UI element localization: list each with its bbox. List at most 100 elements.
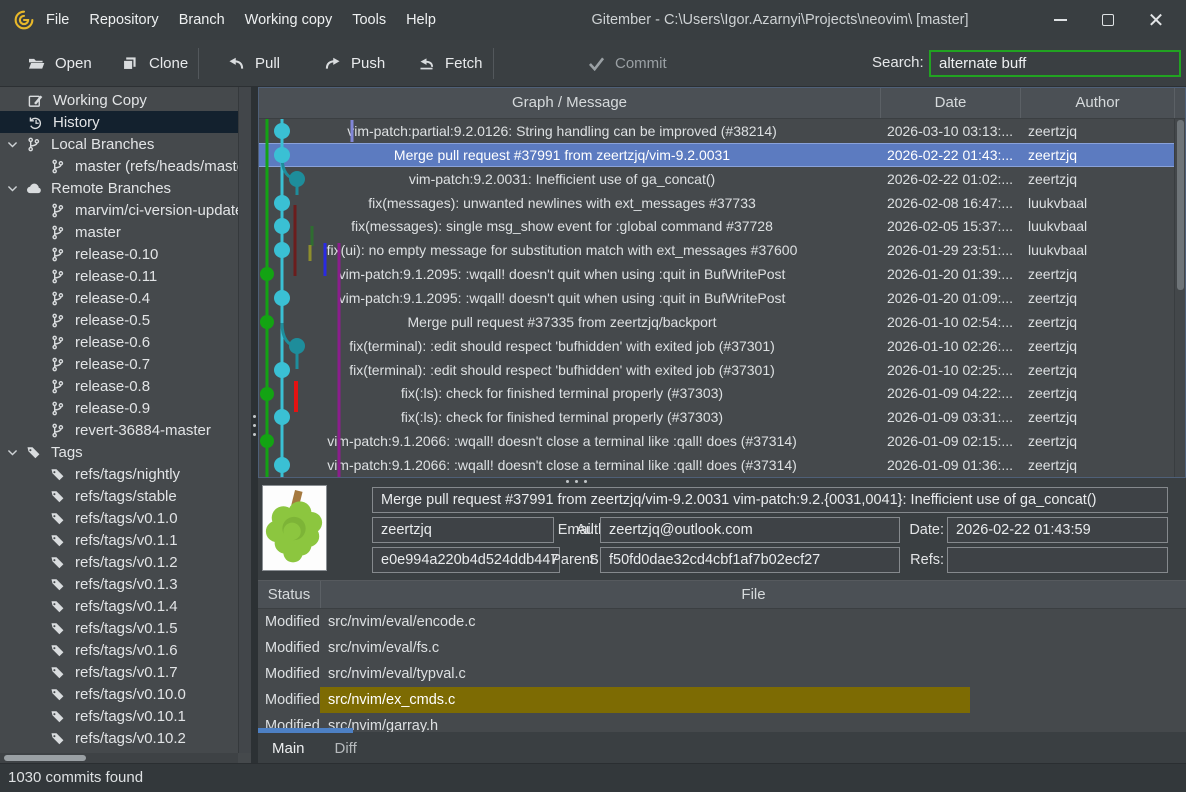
sidebar-item-refs-tags-nightly[interactable]: refs/tags/nightly [0, 463, 238, 485]
sidebar-item-refs-tags-v0-1-1[interactable]: refs/tags/v0.1.1 [0, 529, 238, 551]
commit-row[interactable]: fix(messages): unwanted newlines with ex… [259, 191, 1185, 215]
commit-row[interactable]: Merge pull request #37335 from zeertzjq/… [259, 310, 1185, 334]
sidebar-item-release-0-8[interactable]: release-0.8 [0, 375, 238, 397]
maximize-button[interactable] [1084, 0, 1132, 40]
sidebar-horizontal-scrollbar[interactable] [0, 753, 238, 763]
refs-field[interactable] [947, 547, 1168, 573]
commit-row[interactable]: vim-patch:9.1.2066: :wqall! doesn't clos… [259, 453, 1185, 477]
push-button[interactable]: Push [324, 40, 385, 86]
file-row[interactable]: Modifiedsrc/nvim/eval/fs.c [258, 635, 1186, 661]
sidebar-item-marvim-ci-version-update[interactable]: marvim/ci-version-update [0, 199, 238, 221]
sidebar-item-refs-tags-v0-10-0[interactable]: refs/tags/v0.10.0 [0, 683, 238, 705]
commit-row[interactable]: fix(messages): single msg_show event for… [259, 214, 1185, 238]
message-field[interactable]: Merge pull request #37991 from zeertzjq/… [372, 487, 1168, 513]
commit-row[interactable]: vim-patch:9.1.2095: :wqall! doesn't quit… [259, 286, 1185, 310]
column-header-file[interactable]: File [320, 581, 1186, 608]
column-header-status[interactable]: Status [258, 581, 320, 608]
tag-icon [50, 665, 69, 680]
sidebar-item-label: refs/tags/v0.10.0 [75, 686, 186, 703]
minimize-button[interactable] [1036, 0, 1084, 40]
sidebar-item-release-0-11[interactable]: release-0.11 [0, 265, 238, 287]
sidebar-item-tags[interactable]: Tags [0, 441, 238, 463]
chevron-down-icon[interactable] [6, 446, 21, 459]
sidebar-item-refs-tags-v0-1-3[interactable]: refs/tags/v0.1.3 [0, 573, 238, 595]
tab-diff[interactable]: Diff [335, 740, 357, 757]
file-row[interactable]: Modifiedsrc/nvim/ex_cmds.c [258, 687, 1186, 713]
sidebar-item-refs-tags-v0-1-0[interactable]: refs/tags/v0.1.0 [0, 507, 238, 529]
branch-icon [50, 291, 69, 306]
commit-row[interactable]: vim-patch:9.1.2095: :wqall! doesn't quit… [259, 262, 1185, 286]
sidebar-item-release-0-10[interactable]: release-0.10 [0, 243, 238, 265]
commit-table-vertical-scrollbar[interactable] [1174, 119, 1185, 477]
menu-help[interactable]: Help [396, 12, 446, 28]
commit-vscroll-thumb[interactable] [1177, 120, 1184, 290]
sidebar-item-history[interactable]: History [0, 111, 238, 133]
commit-row[interactable]: vim-patch:9.2.0031: Inefficient use of g… [259, 167, 1185, 191]
tab-main[interactable]: Main [272, 740, 305, 757]
commit-row[interactable]: vim-patch:9.1.2066: :wqall! doesn't clos… [259, 429, 1185, 453]
file-path-text: src/nvim/ex_cmds.c [320, 687, 970, 713]
column-header-author[interactable]: Author [1020, 88, 1174, 118]
sidebar-item-revert-36884-master[interactable]: revert-36884-master [0, 419, 238, 441]
commit-row[interactable]: fix(terminal): :edit should respect 'buf… [259, 358, 1185, 382]
commit-row[interactable]: fix(ui): no empty message for substituti… [259, 238, 1185, 262]
fetch-button[interactable]: Fetch [418, 40, 483, 86]
sidebar-item-refs-tags-v0-1-4[interactable]: refs/tags/v0.1.4 [0, 595, 238, 617]
email-field[interactable]: zeertzjq@outlook.com [600, 517, 900, 543]
file-row[interactable]: Modifiedsrc/nvim/eval/encode.c [258, 609, 1186, 635]
date-field[interactable]: 2026-02-22 01:43:59 [947, 517, 1168, 543]
sidebar-item-local-branches[interactable]: Local Branches [0, 133, 238, 155]
chevron-down-icon[interactable] [6, 182, 21, 195]
file-row[interactable]: Modifiedsrc/nvim/garray.h [258, 713, 1186, 732]
chevron-down-icon[interactable] [6, 138, 21, 151]
clone-button[interactable]: Clone [122, 40, 188, 86]
sidebar-item-refs-tags-v0-1-5[interactable]: refs/tags/v0.1.5 [0, 617, 238, 639]
commit-row[interactable]: fix(terminal): :edit should respect 'buf… [259, 334, 1185, 358]
menu-working-copy[interactable]: Working copy [235, 12, 343, 28]
file-table-hscroll-thumb[interactable] [258, 728, 353, 733]
sidebar-item-master[interactable]: master [0, 221, 238, 243]
search-input[interactable] [929, 50, 1181, 77]
sidebar-item-remote-branches[interactable]: Remote Branches [0, 177, 238, 199]
menu-repository[interactable]: Repository [79, 12, 168, 28]
sidebar-item-working-copy[interactable]: Working Copy [0, 89, 238, 111]
menu-tools[interactable]: Tools [342, 12, 396, 28]
commit-row[interactable]: vim-patch:partial:9.2.0126: String handl… [259, 119, 1185, 143]
menu-branch[interactable]: Branch [169, 12, 235, 28]
sidebar-item-release-0-4[interactable]: release-0.4 [0, 287, 238, 309]
commit-author: zeertzjq [1020, 147, 1174, 163]
sidebar-item-refs-tags-v0-1-6[interactable]: refs/tags/v0.1.6 [0, 639, 238, 661]
commit-row[interactable]: fix(:ls): check for finished terminal pr… [259, 405, 1185, 429]
sidebar-item-refs-tags-v0-10-2[interactable]: refs/tags/v0.10.2 [0, 727, 238, 749]
sidebar-item-refs-tags-v0-10-1[interactable]: refs/tags/v0.10.1 [0, 705, 238, 727]
author-field[interactable]: zeertzjq [372, 517, 554, 543]
column-header-date[interactable]: Date [880, 88, 1020, 118]
sidebar-hscroll-thumb[interactable] [4, 755, 86, 761]
sidebar-item-release-0-7[interactable]: release-0.7 [0, 353, 238, 375]
sidebar-item-refs-tags-stable[interactable]: refs/tags/stable [0, 485, 238, 507]
commit-row[interactable]: Merge pull request #37991 from zeertzjq/… [259, 143, 1185, 167]
sidebar-item-release-0-5[interactable]: release-0.5 [0, 309, 238, 331]
file-row[interactable]: Modifiedsrc/nvim/eval/typval.c [258, 661, 1186, 687]
commit-button[interactable]: Commit [588, 40, 667, 86]
commit-row[interactable]: fix(:ls): check for finished terminal pr… [259, 381, 1185, 405]
sha-field[interactable]: e0e994a220b4d524ddb44760e9 [372, 547, 560, 573]
history-icon [28, 115, 47, 130]
column-header-graph-message[interactable]: Graph / Message [259, 88, 880, 118]
sidebar-item-master-refs-heads-master[interactable]: master (refs/heads/master) [0, 155, 238, 177]
sidebar-tree: Working CopyHistoryLocal Branchesmaster … [0, 89, 238, 763]
parent-field[interactable]: f50fd0dae32cd4cbf1af7b02ecf27 [600, 547, 900, 573]
pull-button[interactable]: Pull [228, 40, 280, 86]
sidebar-vertical-scrollbar[interactable] [238, 87, 251, 753]
close-button[interactable]: ✕ [1132, 0, 1180, 40]
menu-file[interactable]: File [36, 12, 79, 28]
search-label: Search: [872, 40, 924, 86]
sidebar-splitter[interactable] [251, 87, 258, 763]
open-button[interactable]: Open [28, 40, 92, 86]
sidebar-item-refs-tags-v0-1-2[interactable]: refs/tags/v0.1.2 [0, 551, 238, 573]
sidebar-item-release-0-9[interactable]: release-0.9 [0, 397, 238, 419]
sidebar-item-release-0-6[interactable]: release-0.6 [0, 331, 238, 353]
file-status: Modified [258, 661, 320, 687]
sidebar-item-refs-tags-v0-1-7[interactable]: refs/tags/v0.1.7 [0, 661, 238, 683]
commit-author: luukvbaal [1020, 195, 1174, 211]
